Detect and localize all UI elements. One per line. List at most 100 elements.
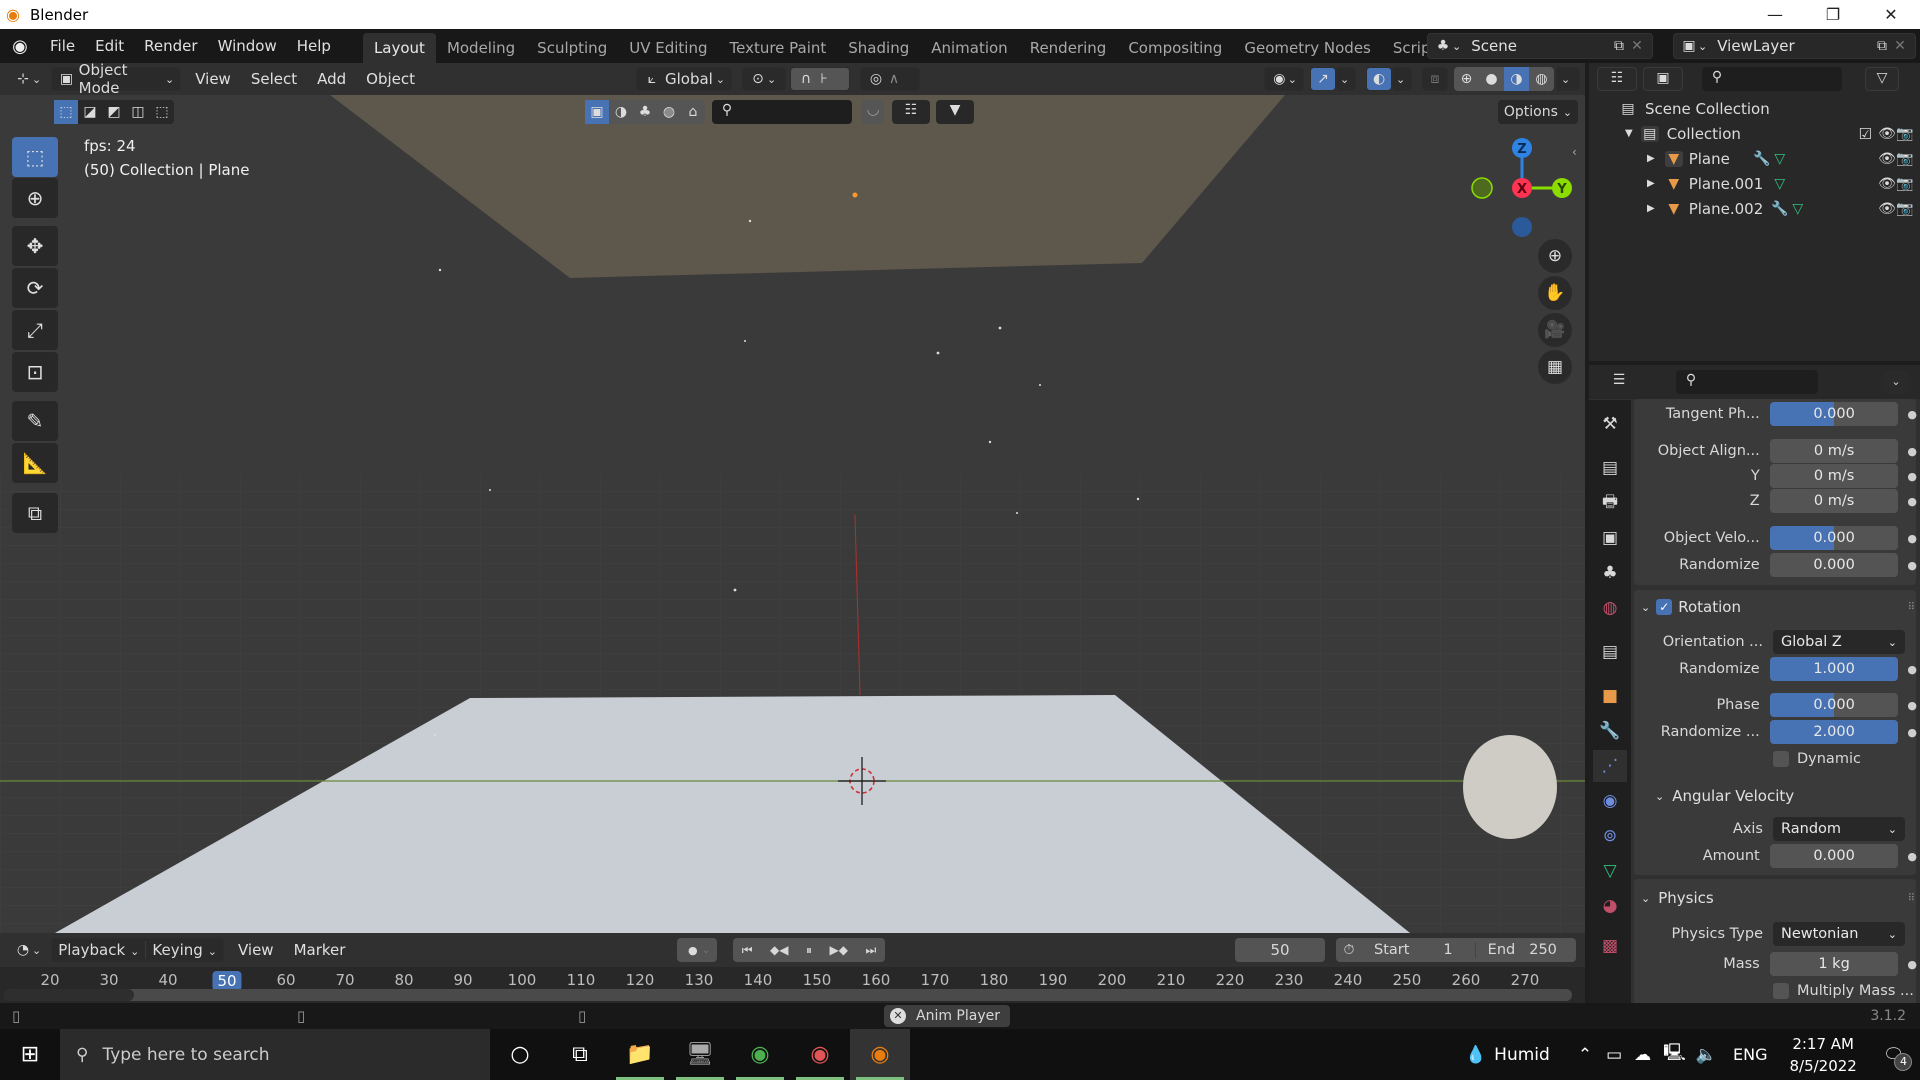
transform-tool[interactable]: ⊡ [12, 352, 58, 392]
eye-icon[interactable]: 👁 [1878, 201, 1896, 217]
show-hidden-icons[interactable]: ⌃ [1578, 1045, 1592, 1065]
select-intersect-icon[interactable]: ⬚ [150, 100, 174, 124]
neg-z-axis-handle[interactable] [1512, 217, 1532, 237]
select-new-icon[interactable]: ⬚ [54, 100, 78, 124]
tab-output[interactable]: 🖶 [1593, 487, 1627, 519]
perspective-toggle-button[interactable]: ▦ [1538, 350, 1572, 384]
tab-uv-editing[interactable]: UV Editing [618, 33, 718, 63]
wireframe-shading-icon[interactable]: ⊕ [1454, 67, 1479, 91]
gizmo-dropdown[interactable]: ⌄ [1336, 67, 1356, 91]
keyframe-dot-icon[interactable]: ● [1904, 699, 1920, 712]
delete-scene-icon[interactable]: ✕ [1628, 38, 1646, 54]
onedrive-icon[interactable]: ☁ [1634, 1045, 1651, 1065]
proportional-editing[interactable]: ◎ ∧ [860, 67, 920, 91]
select-box-tool[interactable]: ⬚ [12, 137, 58, 177]
menu-render[interactable]: Render [134, 37, 207, 55]
axis-dropdown[interactable]: Random ⌄ [1773, 817, 1905, 841]
camera-view-button[interactable]: 🎥 [1538, 313, 1572, 347]
camera-render-icon[interactable]: 📷 [1896, 201, 1914, 217]
physics-type-dropdown[interactable]: Newtonian ⌄ [1773, 922, 1905, 946]
tab-compositing[interactable]: Compositing [1117, 33, 1233, 63]
rendered-shading-icon[interactable]: ◍ [1529, 67, 1554, 91]
timeline-menu-view[interactable]: View [228, 941, 284, 959]
navigation-gizmo[interactable]: Z X Y [1465, 135, 1585, 245]
blender-taskbar-button[interactable]: ◉ [850, 1029, 910, 1080]
minimize-button[interactable]: — [1746, 0, 1804, 29]
outliner-scene-collection[interactable]: ▤ Scene Collection [1589, 96, 1920, 121]
volume-icon[interactable]: 🔈 [1696, 1045, 1717, 1065]
scene-selector[interactable]: ♣ ⌄ Scene ⧉ ✕ [1427, 33, 1653, 59]
menu-window[interactable]: Window [208, 37, 287, 55]
camera-render-icon[interactable]: 📷 [1896, 151, 1914, 167]
value-field[interactable]: 0.000 [1769, 553, 1899, 577]
keyframe-dot-icon[interactable]: ● [1904, 408, 1920, 421]
start-frame-field[interactable]: 1 [1443, 942, 1452, 958]
prev-keyframe-icon[interactable]: ◆◀ [770, 943, 788, 957]
amount-field[interactable]: 0.000 [1769, 844, 1899, 868]
view-layer-selector[interactable]: ▣ ⌄ ViewLayer ⧉ ✕ [1673, 33, 1916, 59]
tab-texture-paint[interactable]: Texture Paint [718, 33, 837, 63]
tab-view-layer[interactable]: ▣ [1593, 522, 1627, 554]
overlay-dropdown[interactable]: ⌄ [1392, 67, 1412, 91]
pause-icon[interactable]: ⏸ [806, 943, 812, 958]
multiply-mass-checkbox[interactable] [1773, 983, 1789, 999]
zoom-view-button[interactable]: ⊕ [1538, 239, 1572, 273]
delete-view-layer-icon[interactable]: ✕ [1891, 38, 1909, 54]
angular-velocity-header[interactable]: ⌄ Angular Velocity [1655, 781, 1920, 811]
tab-render[interactable]: ▤ [1593, 452, 1627, 484]
solid-shading-icon[interactable]: ● [1479, 67, 1504, 91]
tab-geometry-nodes[interactable]: Geometry Nodes [1233, 33, 1382, 63]
tab-particles[interactable]: ⋰ [1593, 750, 1627, 782]
move-tool[interactable]: ✥ [12, 226, 58, 266]
taskbar-search-input[interactable]: ⚲ Type here to search [60, 1029, 490, 1080]
eye-icon[interactable]: 👁 [1878, 126, 1896, 142]
drag-handle-icon[interactable]: ⠿ [1908, 893, 1915, 904]
expand-arrow-icon[interactable]: ▶ [1647, 178, 1655, 189]
file-explorer-button[interactable]: 📁 [610, 1029, 670, 1080]
timeline-menu-marker[interactable]: Marker [284, 941, 356, 959]
select-extend-icon[interactable]: ◪ [78, 100, 102, 124]
meet-now-icon[interactable]: ▭ [1606, 1045, 1622, 1065]
tab-material[interactable]: ◕ [1593, 890, 1627, 922]
tab-world[interactable]: ◍ [1593, 592, 1627, 624]
viewport-menu-view[interactable]: View [185, 70, 241, 88]
overlay-toggle[interactable]: ◐ [1366, 67, 1392, 91]
auto-keying-toggle[interactable]: ● ⌄ [677, 938, 717, 962]
current-frame-field[interactable]: 50 [1235, 938, 1325, 962]
menu-edit[interactable]: Edit [85, 37, 134, 55]
rotate-tool[interactable]: ⟳ [12, 268, 58, 308]
visibility-dropdown[interactable]: ◉ ⌄ [1264, 67, 1304, 91]
tab-collection[interactable]: ▤ [1593, 636, 1627, 668]
select-invert-icon[interactable]: ◫ [126, 100, 150, 124]
close-button[interactable]: ✕ [1862, 0, 1920, 29]
tab-rendering[interactable]: Rendering [1019, 33, 1118, 63]
dynamic-checkbox[interactable] [1773, 751, 1789, 767]
value-field[interactable]: 0.000 [1769, 526, 1899, 550]
outliner-display-mode[interactable]: ☷ [1597, 67, 1637, 91]
rotation-enable-checkbox[interactable]: ✓ [1656, 599, 1673, 615]
orientation-dropdown[interactable]: Global Z ⌄ [1773, 630, 1905, 654]
keyframe-dot-icon[interactable]: ● [1904, 958, 1920, 971]
annotate-tool[interactable]: ✎ [12, 401, 58, 441]
properties-options-dropdown[interactable]: ⌄ [1884, 370, 1908, 394]
clock[interactable]: 2:17 AM 8/5/2022 [1789, 1033, 1856, 1077]
keyframe-dot-icon[interactable]: ● [1904, 470, 1920, 483]
value-field[interactable]: 0.000 [1769, 402, 1899, 426]
next-keyframe-icon[interactable]: ▶◆ [829, 943, 847, 957]
expand-arrow-icon[interactable]: ▶ [1647, 153, 1655, 164]
tab-physics[interactable]: ◉ [1593, 785, 1627, 817]
language-indicator[interactable]: ENG [1733, 1045, 1767, 1064]
properties-search-input[interactable]: ⚲ [1676, 370, 1818, 394]
material-preview-icon[interactable]: ◑ [1504, 67, 1529, 91]
expand-arrow-icon[interactable]: ▶ [1647, 203, 1655, 214]
tab-tool[interactable]: ⚒ [1593, 408, 1627, 440]
outliner-object-row[interactable]: ▶ ▼ Plane.002 🔧 ▽ 👁 📷 [1589, 196, 1920, 221]
end-frame-field[interactable]: 250 [1529, 942, 1557, 958]
outliner-object-row[interactable]: ▶ ▼ Plane.001 ▽ 👁 📷 [1589, 171, 1920, 196]
network-icon[interactable]: 🖳 [1663, 1040, 1686, 1069]
menu-file[interactable]: File [40, 37, 85, 55]
camera-render-icon[interactable]: 📷 [1896, 126, 1914, 142]
tab-shading[interactable]: Shading [837, 33, 920, 63]
keyframe-dot-icon[interactable]: ● [1904, 850, 1920, 863]
3d-viewport[interactable]: ⬚ ◪ ◩ ◫ ⬚ ▣ ◑ ♣ ◍ ⌂ ⚲ ◡ ☷ ▼ Options ⌄ fps… [0, 95, 1585, 933]
